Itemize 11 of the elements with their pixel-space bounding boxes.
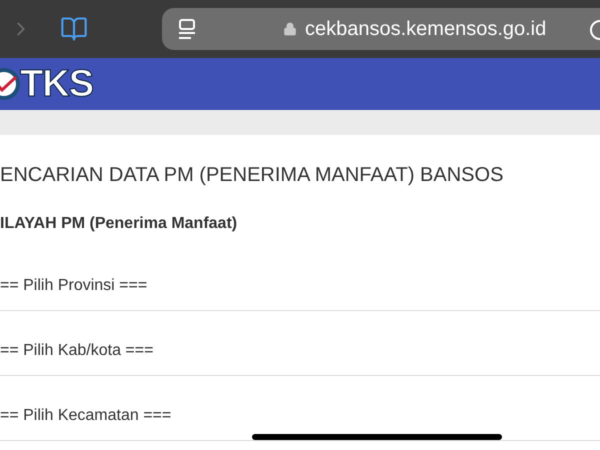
check-mark-icon (0, 67, 20, 101)
select-field[interactable]: == Pilih Provinsi === (0, 246, 600, 311)
select-field[interactable]: == Pilih Kab/kota === (0, 311, 600, 376)
timer-icon[interactable] (588, 17, 600, 41)
logo-text: TKS (20, 65, 94, 103)
lock-icon (283, 21, 297, 37)
page-title: ENCARIAN DATA PM (PENERIMA MANFAAT) BANSOS (0, 163, 504, 188)
address-bar[interactable]: cekbansos.kemensos.go.id (162, 8, 600, 50)
url-text: cekbansos.kemensos.go.id (305, 17, 546, 42)
section-title: ILAYAH PM (Penerima Manfaat) (0, 214, 238, 234)
page-menu-icon[interactable] (177, 18, 197, 40)
